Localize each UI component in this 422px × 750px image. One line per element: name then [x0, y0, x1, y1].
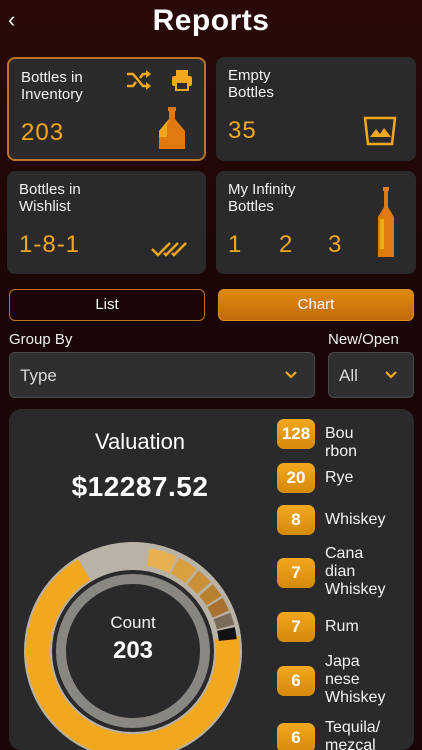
new-open-select[interactable]: All — [328, 352, 414, 398]
legend-count: 6 — [277, 723, 315, 750]
chevron-down-icon — [285, 371, 297, 379]
chevron-down-icon — [385, 371, 397, 379]
infinity-value-2: 2 — [279, 231, 294, 258]
shuffle-icon[interactable] — [125, 69, 153, 91]
legend-label: Bou rbon — [325, 425, 358, 460]
donut-chart[interactable]: Count 203 — [23, 541, 243, 750]
legend-count: 8 — [277, 505, 315, 535]
count-label: Count — [110, 613, 156, 632]
legend-count: 7 — [277, 612, 315, 642]
empty-bottles-value: 35 — [228, 117, 257, 144]
bottle-icon — [159, 107, 185, 149]
new-open-value: All — [339, 366, 358, 385]
wishlist-value: 1-8-1 — [19, 231, 81, 258]
donut-center: Count 203 — [23, 613, 243, 665]
wishlist-card[interactable]: Bottles in Wishlist 1-8-1 — [7, 171, 206, 274]
group-by-value: Type — [20, 366, 57, 385]
double-check-icon — [151, 242, 187, 257]
infinity-bottles-card[interactable]: My Infinity Bottles 1 2 3 — [216, 171, 416, 274]
chart-panel: Valuation $12287.52 Count 203 128 Bou rb… — [9, 409, 414, 750]
glass-icon — [363, 116, 397, 146]
valuation-value: $12287.52 — [71, 471, 209, 502]
infinity-value-3: 3 — [328, 231, 343, 258]
tall-bottle-icon — [378, 187, 394, 257]
legend-label: Rye — [325, 469, 354, 486]
legend-label: Japa nese Whiskey — [325, 653, 386, 706]
empty-bottles-label: Empty Bottles — [228, 67, 274, 101]
legend-count: 6 — [277, 666, 315, 696]
view-tabs: List Chart — [9, 289, 414, 321]
legend-label: Whiskey — [325, 511, 386, 528]
valuation-label: Valuation — [94, 429, 186, 454]
group-by-select[interactable]: Type — [9, 352, 315, 398]
group-by-label: Group By — [9, 331, 73, 348]
legend-count: 20 — [277, 463, 315, 493]
inventory-value: 203 — [21, 119, 65, 146]
legend-count: 128 — [277, 419, 315, 449]
tab-chart[interactable]: Chart — [218, 289, 414, 321]
infinity-bottles-label: My Infinity Bottles — [228, 181, 296, 215]
print-icon[interactable] — [171, 69, 193, 91]
infinity-value-1: 1 — [228, 231, 243, 258]
tab-list[interactable]: List — [9, 289, 205, 321]
legend-count: 7 — [277, 558, 315, 588]
legend-label: Rum — [325, 618, 359, 635]
header: ‹ Reports — [0, 0, 422, 46]
legend-label: Tequila/ mezcal — [325, 719, 381, 750]
page-title: Reports — [152, 4, 270, 37]
wishlist-label: Bottles in Wishlist — [19, 181, 81, 215]
new-open-label: New/Open — [328, 331, 399, 348]
legend-label: Cana dian Whiskey — [325, 545, 386, 598]
empty-bottles-card[interactable]: Empty Bottles 35 — [216, 57, 416, 161]
inventory-label: Bottles in Inventory — [21, 69, 83, 103]
inventory-card[interactable]: Bottles in Inventory 203 — [7, 57, 206, 161]
count-value: 203 — [112, 637, 154, 664]
